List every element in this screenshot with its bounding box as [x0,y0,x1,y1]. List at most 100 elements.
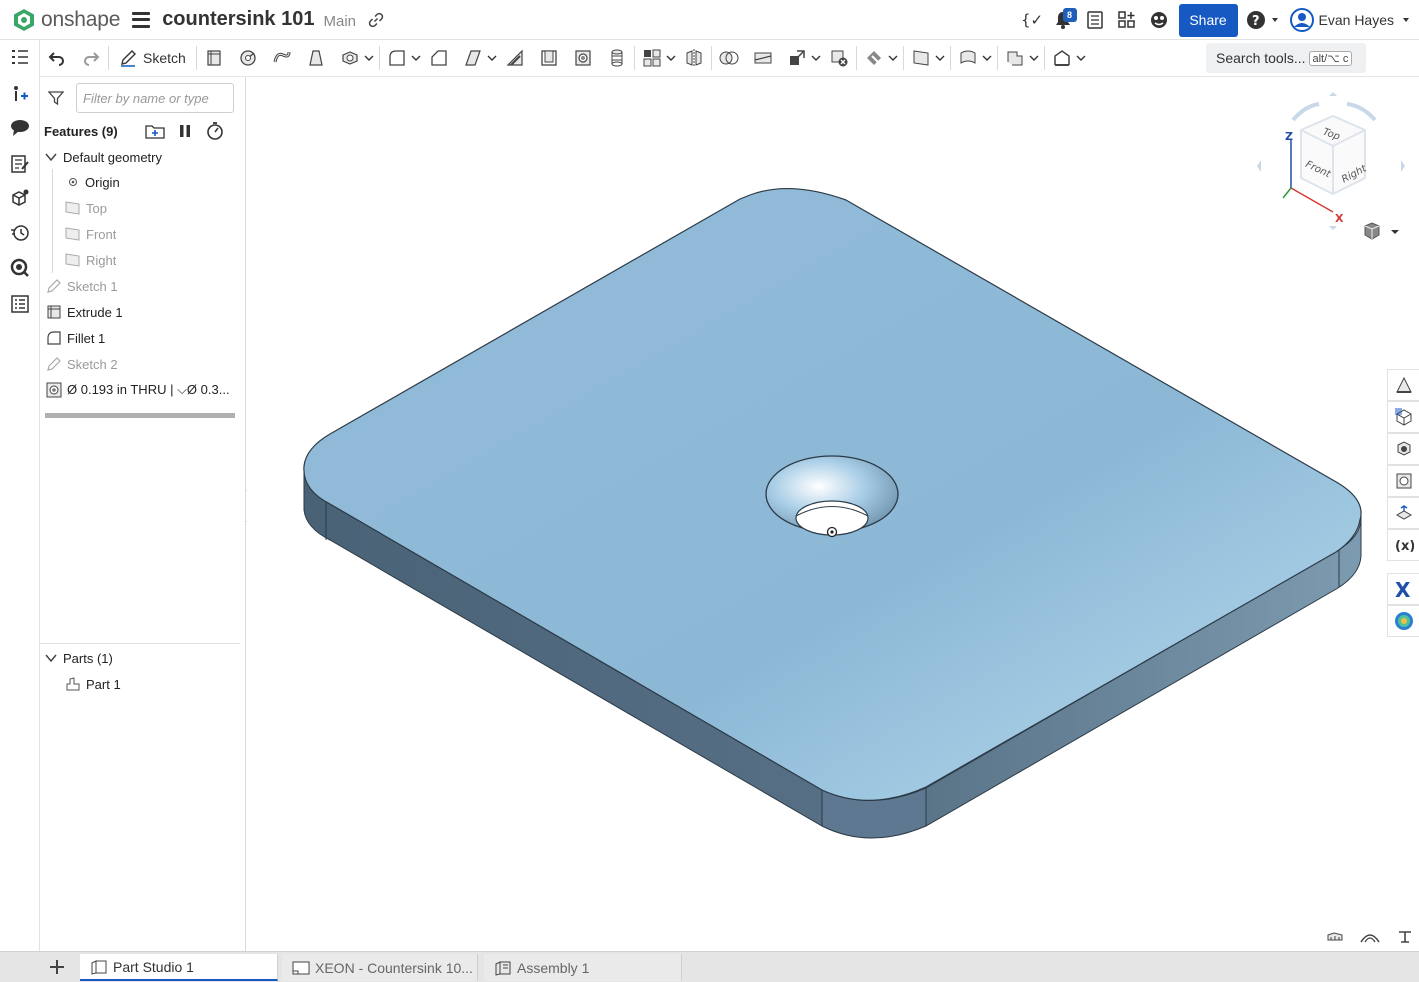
origin-item[interactable]: Origin [40,169,246,195]
rib-icon[interactable] [502,45,528,71]
xeon-app-icon[interactable]: X [1387,573,1419,605]
chevron-down-icon[interactable] [1028,45,1040,71]
chevron-down-icon[interactable] [665,45,677,71]
dimensions-icon[interactable] [1387,927,1419,947]
variables-rail-icon[interactable] [8,82,32,106]
variable-table-icon[interactable]: (x) [1387,529,1419,561]
simulation-app-icon[interactable] [1387,605,1419,637]
render-mode-icon[interactable] [1387,369,1419,401]
tab-xeon-countersink[interactable]: XEON - Countersink 10... [282,954,478,981]
user-menu[interactable]: Evan Hayes [1289,8,1411,32]
chevron-down-icon[interactable] [1075,45,1087,71]
chevron-down-icon[interactable] [810,45,822,71]
feature-hole-1[interactable]: Ø 0.193 in THRU | ⌵Ø 0.3... [40,377,246,403]
split-icon[interactable] [750,45,776,71]
modify-fillet-icon[interactable] [861,45,887,71]
boolean-icon[interactable] [716,45,742,71]
frame-icon[interactable] [1049,45,1075,71]
draft-icon[interactable] [460,45,486,71]
right-plane-item[interactable]: Right [40,247,246,273]
hole-icon[interactable] [570,45,596,71]
tab-assembly-1[interactable]: Assembly 1 [484,954,682,981]
filter-icon[interactable] [48,90,64,106]
main-menu-button[interactable] [132,11,151,28]
chevron-down-icon[interactable] [410,45,422,71]
checklist-icon[interactable] [8,292,32,316]
view-options-icon[interactable] [1363,221,1403,243]
exploded-view-icon[interactable] [1387,433,1419,465]
sweep-icon[interactable] [269,45,295,71]
search-tools-button[interactable]: Search tools... alt/⌥ c [1206,43,1366,73]
view-cube[interactable]: Top Front Right Z X [1253,88,1413,238]
variables-icon[interactable]: {✓} [1015,4,1047,36]
chevron-down-icon[interactable] [981,45,993,71]
thicken-icon[interactable] [337,45,363,71]
graphics-viewport[interactable]: Top Front Right Z X (x) X [247,77,1419,951]
section-view-icon[interactable] [1387,401,1419,433]
feature-sketch-2[interactable]: Sketch 2 [40,351,246,377]
mirror-icon[interactable] [681,45,707,71]
measure-icon[interactable] [1317,927,1352,947]
revolve-icon[interactable] [235,45,261,71]
feature-fillet-1[interactable]: Fillet 1 [40,325,246,351]
chevron-down-icon[interactable] [934,45,946,71]
add-tab-button[interactable] [40,952,74,982]
sketch-label: Sketch [143,50,186,66]
chamfer-icon[interactable] [426,45,452,71]
app-store-icon[interactable] [1111,4,1143,36]
feature-list-icon[interactable] [8,46,32,70]
link-icon[interactable] [368,12,384,31]
default-geometry-group[interactable]: Default geometry [40,144,246,170]
history-icon[interactable] [8,220,32,244]
named-views-icon[interactable] [1352,927,1387,947]
top-plane-item[interactable]: Top [40,195,246,221]
appearance-icon[interactable] [1387,465,1419,497]
loft-icon[interactable] [303,45,329,71]
document-title[interactable]: countersink 101 [162,8,314,31]
onshape-logo[interactable]: onshape [12,8,120,32]
pattern-icon[interactable] [639,45,665,71]
pause-icon[interactable] [178,123,192,139]
extrude-icon[interactable] [201,45,227,71]
chevron-down-icon[interactable] [45,151,57,163]
rollback-bar[interactable] [45,413,235,418]
help-menu[interactable]: ? [1246,10,1280,30]
shell-icon[interactable] [536,45,562,71]
chevron-down-icon[interactable] [887,45,899,71]
feature-filter-input[interactable] [76,83,234,113]
comments-icon[interactable] [8,116,32,140]
chevron-down-icon[interactable] [45,652,57,664]
part-model[interactable] [247,77,1419,951]
timer-icon[interactable] [206,122,224,140]
learning-center-icon[interactable] [1143,4,1175,36]
plane-icon[interactable] [908,45,934,71]
undo-icon[interactable] [44,45,70,71]
tab-label: Part Studio 1 [113,958,194,975]
parts-config-icon[interactable] [8,186,32,210]
share-button[interactable]: Share [1178,3,1238,37]
front-plane-item[interactable]: Front [40,221,246,247]
feature-extrude-1[interactable]: Extrude 1 [40,299,246,325]
chevron-down-icon[interactable] [486,45,498,71]
part-item[interactable]: Part 1 [40,671,246,697]
parts-group[interactable]: Parts (1) [40,645,246,671]
chevron-down-icon[interactable] [363,45,375,71]
tab-part-studio-1[interactable]: Part Studio 1 [80,954,278,981]
branch-label[interactable]: Main [323,13,356,30]
mass-properties-icon[interactable] [1387,497,1419,529]
fillet-icon[interactable] [384,45,410,71]
search-document-icon[interactable] [8,256,32,280]
feature-label: Sketch 2 [67,356,118,372]
add-folder-icon[interactable] [145,123,165,139]
release-list-icon[interactable] [1079,4,1111,36]
surface-icon[interactable] [955,45,981,71]
delete-part-icon[interactable] [826,45,852,71]
redo-icon[interactable] [78,45,104,71]
sketch-button[interactable]: Sketch [113,45,192,71]
release-notes-icon[interactable] [8,152,32,176]
thread-icon[interactable] [604,45,630,71]
transform-icon[interactable] [784,45,810,71]
feature-sketch-1[interactable]: Sketch 1 [40,273,246,299]
sheet-metal-icon[interactable] [1002,45,1028,71]
notifications-bell-icon[interactable]: 8 [1047,4,1079,36]
